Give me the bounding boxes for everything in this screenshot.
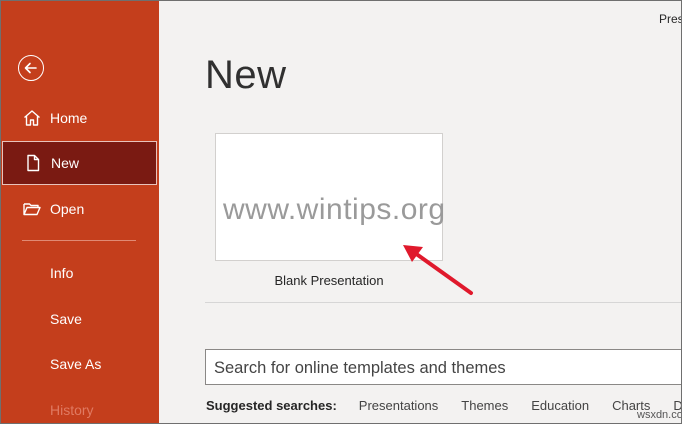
nav-new-label: New (51, 155, 80, 171)
nav-save-as-label: Save As (50, 356, 102, 372)
red-arrow-annotation (403, 245, 473, 295)
open-folder-icon (23, 203, 41, 216)
home-icon (24, 110, 40, 126)
suggested-link[interactable]: Education (531, 398, 589, 413)
nav-info-label: Info (50, 265, 74, 281)
new-document-icon (27, 154, 40, 172)
search-placeholder: Search for online templates and themes (214, 359, 506, 377)
suggested-link[interactable]: Presentations (359, 398, 439, 413)
nav-save-as[interactable]: Save As (1, 342, 159, 386)
nav-open[interactable]: Open (1, 187, 159, 231)
nav-home[interactable]: Home (1, 96, 159, 140)
nav-open-label: Open (50, 201, 85, 217)
nav-save-label: Save (50, 311, 82, 327)
backstage-sidebar: Home New Open Info Save Save As History (1, 1, 159, 423)
sidebar-separator (22, 240, 136, 241)
template-search-input[interactable]: Search for online templates and themes (205, 349, 681, 385)
nav-info[interactable]: Info (1, 251, 159, 295)
back-button[interactable] (18, 55, 44, 81)
corner-watermark: wsxdn.com (637, 409, 681, 421)
section-divider (205, 302, 681, 303)
nav-history[interactable]: History (1, 388, 159, 423)
nav-home-label: Home (50, 110, 88, 126)
site-watermark: www.wintips.org (223, 193, 446, 226)
page-title: New (205, 53, 287, 97)
back-arrow-icon (24, 62, 37, 74)
nav-history-label: History (50, 402, 94, 418)
nav-save[interactable]: Save (1, 297, 159, 341)
window-title: Pres (659, 12, 682, 26)
suggested-searches-label: Suggested searches: (206, 398, 337, 413)
suggested-link[interactable]: Themes (461, 398, 508, 413)
nav-new[interactable]: New (2, 141, 157, 185)
powerpoint-backstage-window: Home New Open Info Save Save As History (0, 0, 682, 424)
suggested-searches: Suggested searches: Presentations Themes… (206, 398, 681, 413)
